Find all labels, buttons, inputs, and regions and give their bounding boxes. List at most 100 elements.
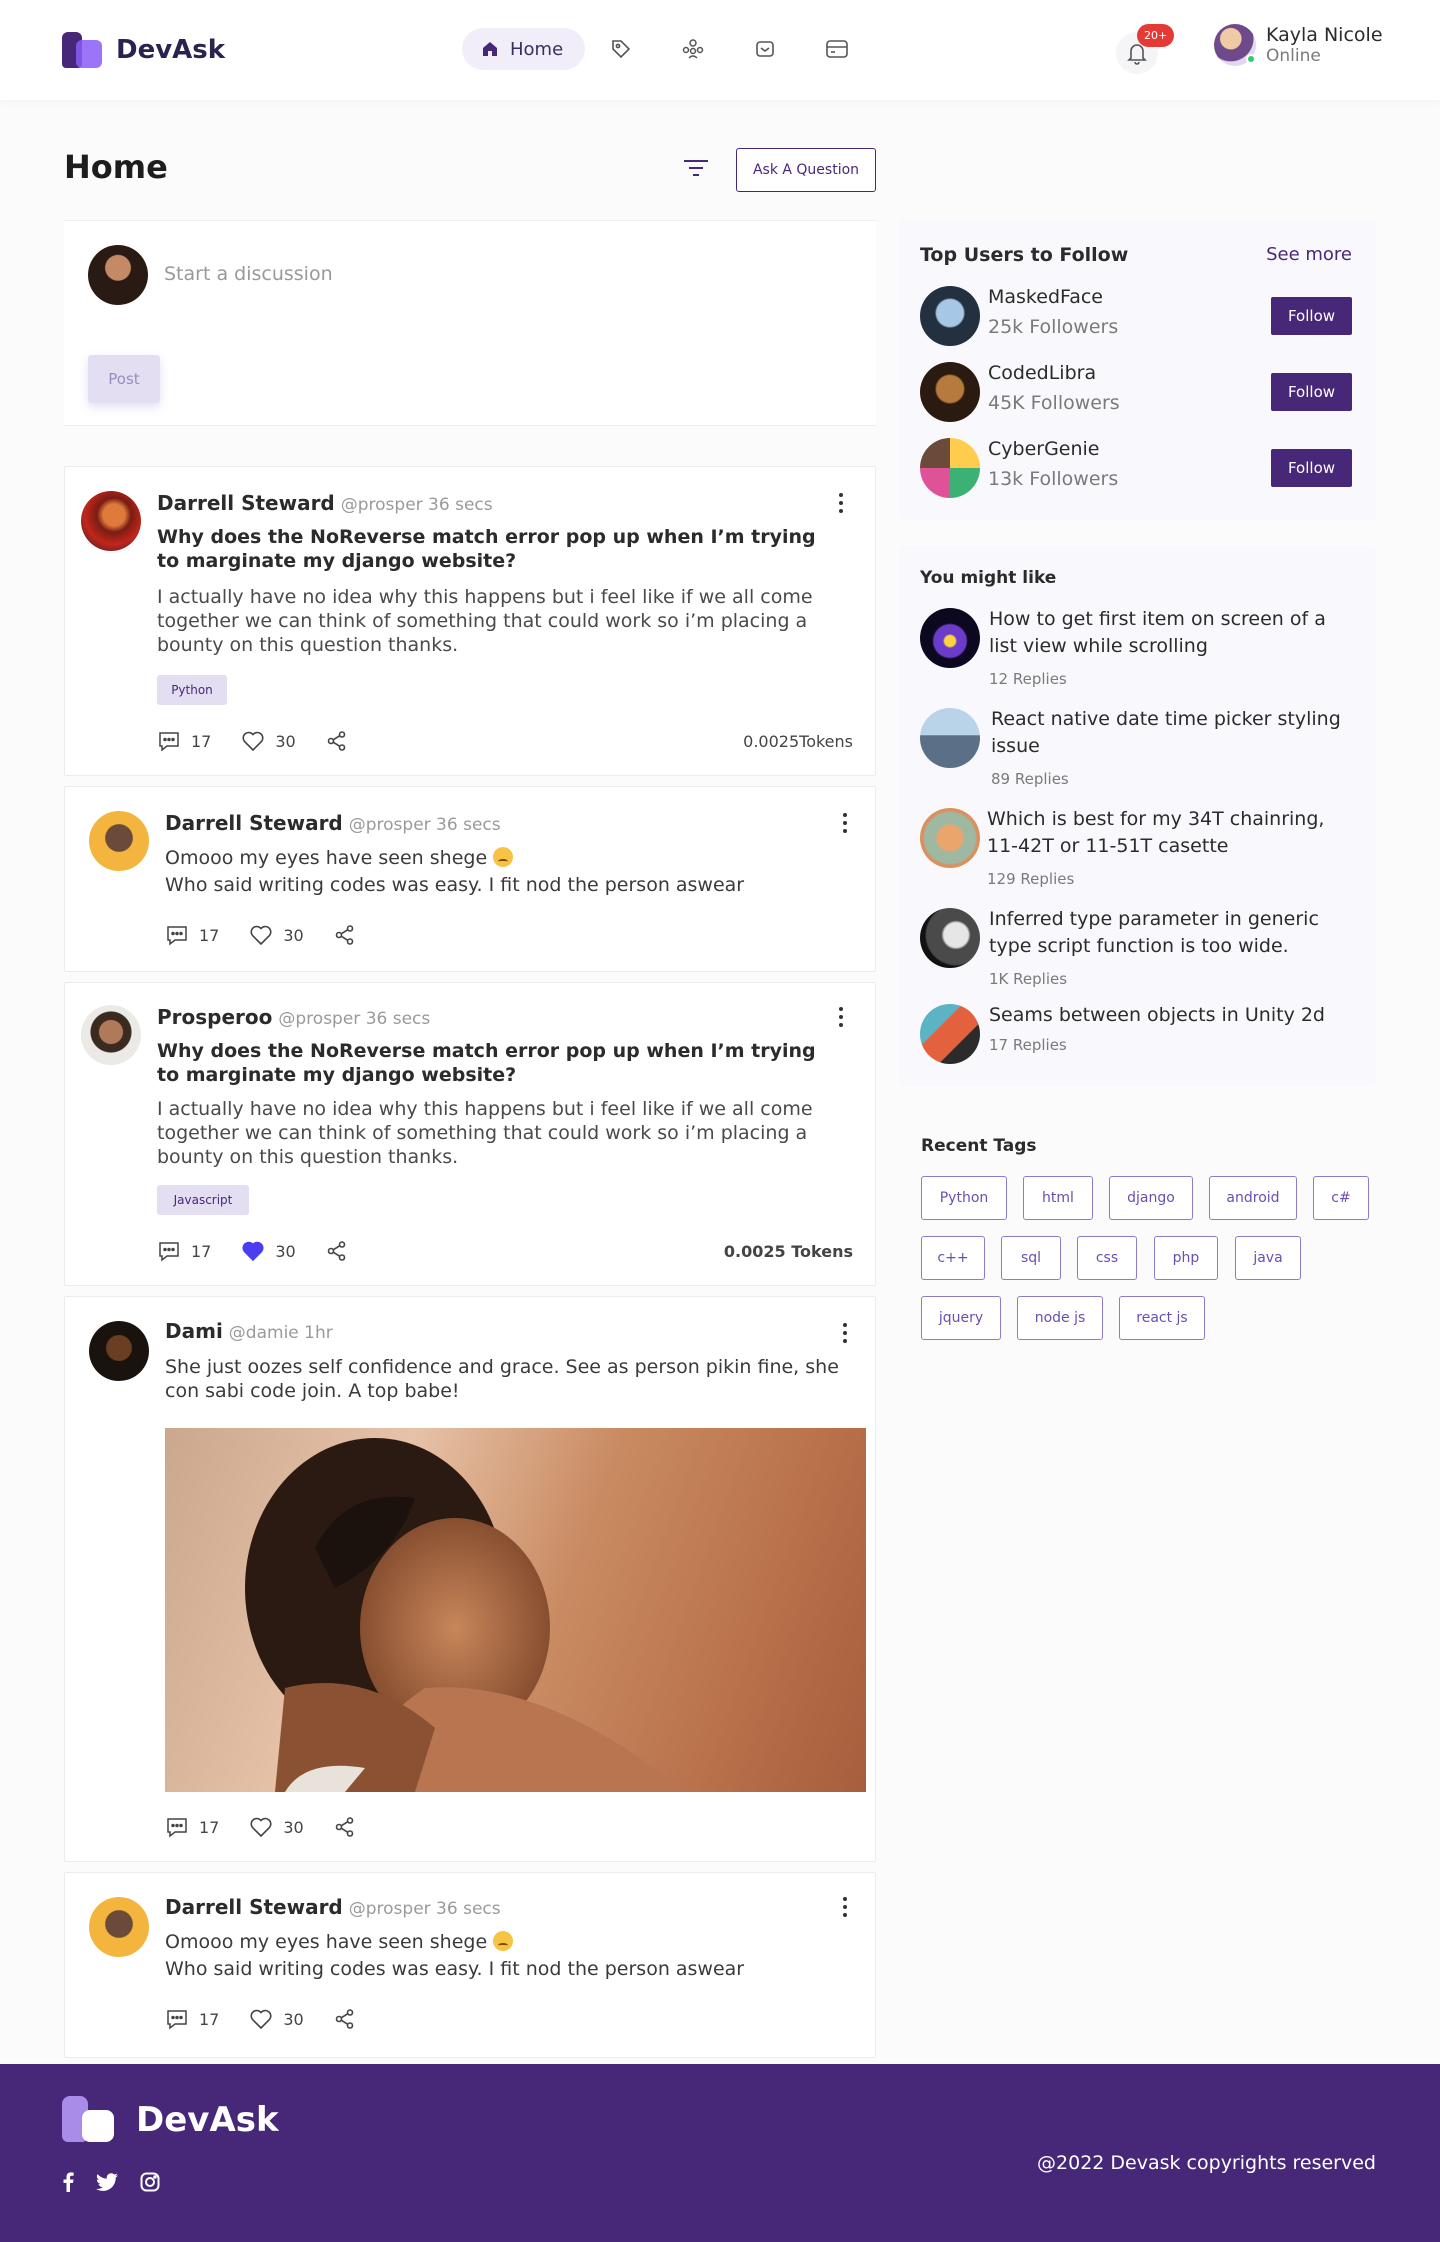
tag-chip[interactable]: android: [1209, 1176, 1297, 1220]
like-button[interactable]: 30: [241, 730, 296, 752]
like-button[interactable]: 30: [249, 1816, 304, 1838]
author-avatar[interactable]: [81, 491, 141, 551]
facebook-icon[interactable]: [62, 2172, 74, 2192]
copyright-text: @2022 Devask copyrights reserved: [1037, 2152, 1376, 2174]
tag-chip[interactable]: django: [1109, 1176, 1193, 1220]
tag-chip[interactable]: c#: [1313, 1176, 1369, 1220]
footer-brand-logo[interactable]: DevAsk: [62, 2094, 279, 2146]
thread-title[interactable]: How to get first item on screen of a lis…: [989, 606, 1339, 660]
thread-replies: 17 Replies: [989, 1036, 1067, 1054]
thread-thumbnail[interactable]: [920, 608, 980, 668]
brand-logo[interactable]: DevAsk: [62, 30, 225, 70]
thread-title[interactable]: Seams between objects in Unity 2d: [989, 1002, 1339, 1029]
author-name[interactable]: Darrell Steward @prosper 36 secs: [165, 811, 501, 835]
comment-button[interactable]: 17: [157, 1239, 211, 1263]
author-name[interactable]: Prosperoo @prosper 36 secs: [157, 1005, 430, 1029]
author-name[interactable]: Darrell Steward @prosper 36 secs: [157, 491, 493, 515]
tag-chip[interactable]: sql: [1001, 1236, 1061, 1280]
user-avatar[interactable]: [920, 286, 980, 346]
twitter-icon[interactable]: [96, 2173, 118, 2191]
tag-chip[interactable]: jquery: [921, 1296, 1001, 1340]
discussion-input[interactable]: Start a discussion: [164, 263, 333, 285]
more-options-button[interactable]: [835, 1895, 855, 1919]
comment-count: 17: [199, 2009, 220, 2029]
instagram-icon[interactable]: [140, 2172, 160, 2192]
thread-title[interactable]: Which is best for my 34T chainring, 11-4…: [987, 806, 1337, 860]
post-button[interactable]: Post: [88, 355, 160, 403]
tag-chip[interactable]: Python: [921, 1176, 1007, 1220]
user-avatar[interactable]: [920, 438, 980, 498]
like-button[interactable]: 30: [249, 924, 304, 946]
see-more-link[interactable]: See more: [1266, 244, 1352, 265]
thread-thumbnail[interactable]: [920, 808, 980, 868]
share-icon: [335, 925, 354, 945]
user-name[interactable]: CyberGenie: [988, 438, 1100, 460]
nav-groups-tab[interactable]: [657, 28, 729, 70]
comment-button[interactable]: 17: [157, 729, 211, 753]
thread-thumbnail[interactable]: [920, 708, 980, 768]
page-title: Home: [64, 148, 168, 186]
thread-title[interactable]: Inferred type parameter in generic type …: [989, 906, 1339, 960]
follow-button[interactable]: Follow: [1271, 297, 1352, 335]
thread-title[interactable]: React native date time picker styling is…: [991, 706, 1341, 760]
comment-icon: [167, 2010, 187, 2030]
comment-button[interactable]: 17: [165, 1815, 219, 1839]
comment-button[interactable]: 17: [165, 923, 219, 947]
more-options-button[interactable]: [831, 1005, 851, 1029]
post-actions: 17 30: [157, 1239, 378, 1263]
share-button[interactable]: [326, 1240, 348, 1262]
follow-button[interactable]: Follow: [1271, 373, 1352, 411]
share-button[interactable]: [326, 730, 348, 752]
nav-home-tab[interactable]: Home: [462, 28, 586, 70]
tag-chip[interactable]: java: [1235, 1236, 1301, 1280]
more-options-button[interactable]: [835, 1321, 855, 1345]
nav-tags-tab[interactable]: [585, 28, 657, 70]
user-menu[interactable]: Kayla Nicole Online: [1214, 24, 1383, 66]
like-button[interactable]: 30: [249, 2008, 304, 2030]
author-avatar[interactable]: [89, 1321, 149, 1381]
filter-icon[interactable]: [680, 156, 712, 180]
tag-chip[interactable]: react js: [1119, 1296, 1205, 1340]
more-options-button[interactable]: [835, 811, 855, 835]
nav-wallet-tab[interactable]: [801, 28, 873, 70]
author-name[interactable]: Dami @damie 1hr: [165, 1319, 333, 1343]
user-avatar[interactable]: [920, 362, 980, 422]
ask-question-button[interactable]: Ask A Question: [736, 148, 876, 192]
more-options-button[interactable]: [831, 491, 851, 515]
discussion-composer: Start a discussion Post: [64, 220, 876, 426]
thread-thumbnail[interactable]: [920, 1004, 980, 1064]
author-avatar[interactable]: [89, 1897, 149, 1957]
user-name[interactable]: CodedLibra: [988, 362, 1096, 384]
post-actions: 17 30: [165, 923, 386, 947]
card-icon: [826, 40, 848, 58]
tag-chip[interactable]: php: [1154, 1236, 1218, 1280]
comment-count: 17: [191, 731, 212, 751]
tag-chip[interactable]: html: [1023, 1176, 1093, 1220]
reply-line-1: Omooo my eyes have seen shege: [165, 1929, 514, 1955]
comment-icon: [167, 1818, 187, 1838]
share-button[interactable]: [334, 924, 356, 946]
share-button[interactable]: [334, 1816, 356, 1838]
author-name[interactable]: Darrell Steward @prosper 36 secs: [165, 1895, 501, 1919]
tag-chip[interactable]: css: [1077, 1236, 1137, 1280]
question-title[interactable]: Why does the NoReverse match error pop u…: [157, 1039, 837, 1087]
post-actions: 17 30: [157, 729, 378, 753]
tag-chip[interactable]: node js: [1017, 1296, 1103, 1340]
question-tag[interactable]: Python: [157, 675, 227, 705]
post-image[interactable]: [165, 1428, 866, 1792]
tag-chip[interactable]: c++: [921, 1236, 985, 1280]
thread-thumbnail[interactable]: [920, 908, 980, 968]
comment-button[interactable]: 17: [165, 2007, 219, 2031]
nav-messages-tab[interactable]: [729, 28, 801, 70]
like-button-active[interactable]: 30: [241, 1240, 296, 1262]
follow-button[interactable]: Follow: [1271, 449, 1352, 487]
question-title[interactable]: Why does the NoReverse match error pop u…: [157, 525, 837, 573]
reply-line-2: Who said writing codes was easy. I fit n…: [165, 874, 745, 896]
share-button[interactable]: [334, 2008, 356, 2030]
tag-icon: [612, 40, 631, 59]
user-name[interactable]: MaskedFace: [988, 286, 1103, 308]
author-avatar[interactable]: [89, 811, 149, 871]
author-avatar[interactable]: [81, 1005, 141, 1065]
user-name: Kayla Nicole: [1266, 24, 1383, 46]
question-tag[interactable]: Javascript: [157, 1185, 249, 1215]
